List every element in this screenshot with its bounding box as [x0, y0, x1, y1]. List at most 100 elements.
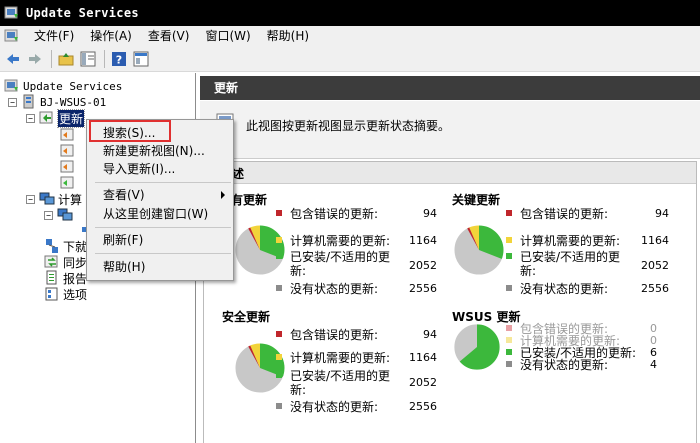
properties-icon: [133, 51, 149, 66]
no-status-swatch: [276, 285, 282, 291]
menu-view[interactable]: 查看(V): [140, 26, 198, 46]
critical-no-status-row[interactable]: 没有状态的更新:: [506, 280, 608, 296]
errors-label: 包含错误的更新:: [290, 327, 379, 342]
menu-file[interactable]: 文件(F): [26, 26, 82, 46]
tree-item-server[interactable]: − BJ-WSUS-01: [8, 94, 106, 110]
needed-swatch: [506, 237, 512, 243]
update-view-icon: [60, 128, 74, 141]
tree-item-all-computers[interactable]: −: [44, 207, 76, 223]
tree-item-update-view-2[interactable]: [60, 143, 79, 159]
update-view-icon: [60, 144, 74, 157]
context-menu-refresh[interactable]: 刷新(F): [87, 230, 233, 250]
all-needed-row[interactable]: 计算机需要的更新:: [276, 232, 390, 248]
tree-item-update-view-3[interactable]: [60, 159, 79, 175]
toolbar-separator: [104, 49, 105, 68]
installed-swatch: [276, 372, 282, 378]
toolbar-separator: [51, 49, 52, 68]
show-hide-tree-button[interactable]: [78, 49, 98, 69]
help-icon: ?: [112, 51, 126, 66]
tree-label: Update Services: [23, 79, 123, 93]
system-menu-icon[interactable]: [4, 28, 20, 44]
critical-no-status-value: 2556: [641, 282, 669, 295]
wsus-updates-pie-chart: [453, 323, 501, 371]
tree-item-update-services[interactable]: Update Services: [4, 78, 122, 94]
wsus-no-status-row[interactable]: 没有状态的更新:: [506, 356, 608, 372]
update-services-icon: [4, 79, 18, 92]
context-menu-view[interactable]: 查看(V): [87, 185, 233, 205]
description-text: 此视图按更新视图显示更新状态摘要。: [246, 119, 451, 133]
toolbar: ?: [0, 46, 700, 72]
menu-window[interactable]: 窗口(W): [197, 26, 258, 46]
help-button[interactable]: ?: [109, 49, 129, 69]
tree-label: BJ-WSUS-01: [40, 95, 107, 109]
security-updates-title: 安全更新: [222, 310, 271, 324]
security-needed-row[interactable]: 计算机需要的更新:: [276, 349, 390, 365]
needed-swatch: [506, 337, 512, 343]
installed-label-cont: 新:: [290, 382, 307, 397]
window-title: Update Services: [26, 6, 139, 20]
menu-separator: [95, 182, 231, 183]
computers-icon: [39, 192, 55, 205]
update-services-icon: [4, 6, 18, 19]
tree-item-update-view-4[interactable]: [60, 175, 79, 191]
details-pane: 更新 此视图按更新视图显示更新状态摘要。 述 有更新 包含错误的更新: 94 计…: [200, 73, 700, 443]
no-status-label: 没有状态的更新:: [290, 399, 379, 414]
tree-item-update-view-1[interactable]: [60, 127, 79, 143]
show-hide-tree-icon: [80, 51, 96, 66]
installed-label-cont: 新:: [520, 263, 537, 278]
context-menu-import-updates[interactable]: 导入更新(I)...: [87, 159, 233, 179]
tree-item-reports[interactable]: 报告: [44, 270, 87, 286]
properties-button[interactable]: [131, 49, 151, 69]
collapse-toggle[interactable]: −: [44, 210, 53, 220]
context-menu-new-window[interactable]: 从这里创建窗口(W): [87, 204, 233, 224]
installed-swatch: [506, 253, 512, 259]
tree-item-downloads[interactable]: 下就: [44, 238, 87, 254]
context-menu-help[interactable]: 帮助(H): [87, 257, 233, 277]
all-errors-row[interactable]: 包含错误的更新:: [276, 205, 378, 221]
all-needed-value: 1164: [409, 234, 437, 247]
forward-button[interactable]: [25, 49, 45, 69]
submenu-arrow-icon: [221, 191, 225, 199]
installed-swatch: [276, 253, 282, 259]
all-no-status-value: 2556: [409, 282, 437, 295]
needed-label: 计算机需要的更新:: [520, 233, 621, 248]
tree-item-synchronizations[interactable]: 同步: [44, 254, 87, 270]
tree-item-updates[interactable]: − 更新: [26, 108, 86, 128]
critical-errors-value: 94: [655, 207, 669, 220]
critical-errors-row[interactable]: 包含错误的更新:: [506, 205, 608, 221]
needed-swatch: [276, 237, 282, 243]
up-folder-button[interactable]: [56, 49, 76, 69]
tree-item-options[interactable]: 选项: [44, 286, 87, 302]
tree-item-computers[interactable]: − 计算: [26, 191, 82, 207]
tree-label: 计算: [58, 192, 83, 207]
no-status-label: 没有状态的更新:: [520, 281, 609, 296]
collapse-toggle[interactable]: −: [26, 113, 35, 123]
pane-description: 此视图按更新视图显示更新状态摘要。: [200, 101, 700, 159]
all-no-status-row[interactable]: 没有状态的更新:: [276, 280, 378, 296]
back-button[interactable]: [3, 49, 23, 69]
context-menu: 搜索(S)... 新建更新视图(N)... 导入更新(I)... 查看(V) 从…: [86, 119, 234, 281]
security-installed-value: 2052: [409, 376, 437, 389]
all-updates-title: 有更新: [231, 193, 268, 207]
svg-text:?: ?: [116, 53, 122, 66]
critical-updates-pie-chart: [453, 224, 505, 276]
menu-action[interactable]: 操作(A): [82, 26, 140, 46]
all-errors-value: 94: [423, 207, 437, 220]
errors-swatch: [506, 325, 512, 331]
collapse-toggle[interactable]: −: [26, 194, 35, 204]
title-bar: Update Services: [0, 0, 700, 26]
context-menu-new-update-view[interactable]: 新建更新视图(N)...: [87, 141, 233, 161]
menu-help[interactable]: 帮助(H): [259, 26, 317, 46]
update-view-icon: [60, 176, 74, 189]
security-errors-row[interactable]: 包含错误的更新:: [276, 326, 378, 342]
menu-bar: 文件(F) 操作(A) 查看(V) 窗口(W) 帮助(H): [0, 26, 700, 46]
errors-swatch: [276, 210, 282, 216]
errors-label: 包含错误的更新:: [520, 206, 609, 221]
server-icon: [23, 94, 34, 109]
critical-needed-row[interactable]: 计算机需要的更新:: [506, 232, 620, 248]
no-status-swatch: [506, 361, 512, 367]
errors-swatch: [276, 331, 282, 337]
security-no-status-row[interactable]: 没有状态的更新:: [276, 398, 378, 414]
collapse-toggle[interactable]: −: [8, 97, 17, 107]
needed-swatch: [276, 354, 282, 360]
